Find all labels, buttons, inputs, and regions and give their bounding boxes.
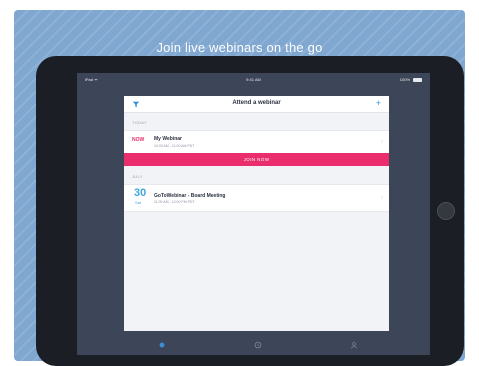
- webinar-row-board-meeting[interactable]: 30 Sat GoToWebinar - Board Meeting 11:00…: [124, 184, 389, 212]
- webinar-time: 10:00 AM - 11:00 AM PDT: [154, 144, 195, 148]
- attend-webinar-modal: Attend a webinar + TODAY NOW My Webinar …: [124, 96, 389, 331]
- join-now-button[interactable]: JOIN NOW: [124, 153, 389, 166]
- now-badge: NOW: [132, 137, 145, 143]
- promo-headline: Join live webinars on the go: [156, 40, 323, 55]
- webinar-title: My Webinar: [154, 136, 182, 142]
- status-bar: iPad ᯤ 9:41 AM 100%: [77, 73, 430, 85]
- webinar-row-my-webinar[interactable]: NOW My Webinar 10:00 AM - 11:00 AM PDT ›: [124, 130, 389, 154]
- tab-bar: [124, 338, 389, 355]
- webinar-title: GoToWebinar - Board Meeting: [154, 193, 226, 199]
- chevron-right-icon: ›: [381, 195, 383, 201]
- plus-icon[interactable]: +: [376, 98, 381, 108]
- status-battery: 100%: [400, 77, 422, 82]
- ipad-screen: iPad ᯤ 9:41 AM 100% Attend a webinar + T…: [77, 73, 430, 355]
- person-icon[interactable]: [350, 341, 358, 349]
- clock-icon[interactable]: [254, 341, 262, 349]
- chevron-right-icon: ›: [381, 139, 383, 145]
- section-label-july: JULY: [132, 174, 143, 179]
- home-icon[interactable]: [158, 341, 166, 349]
- webinar-time: 11:00 AM - 12:00 PM PDT: [154, 200, 195, 204]
- battery-percent: 100%: [399, 77, 410, 82]
- modal-header: Attend a webinar +: [124, 96, 389, 113]
- app-store-screenshot: Join live webinars on the go iPad ᯤ 9:41…: [0, 0, 479, 366]
- date-weekday: Sat: [135, 200, 142, 205]
- battery-icon: [413, 77, 422, 82]
- home-button[interactable]: [437, 202, 455, 220]
- date-number: 30: [134, 187, 147, 199]
- ipad-device: iPad ᯤ 9:41 AM 100% Attend a webinar + T…: [36, 56, 464, 366]
- section-label-today: TODAY: [132, 120, 147, 125]
- modal-title: Attend a webinar: [232, 100, 281, 106]
- status-time: 9:41 AM: [246, 77, 261, 82]
